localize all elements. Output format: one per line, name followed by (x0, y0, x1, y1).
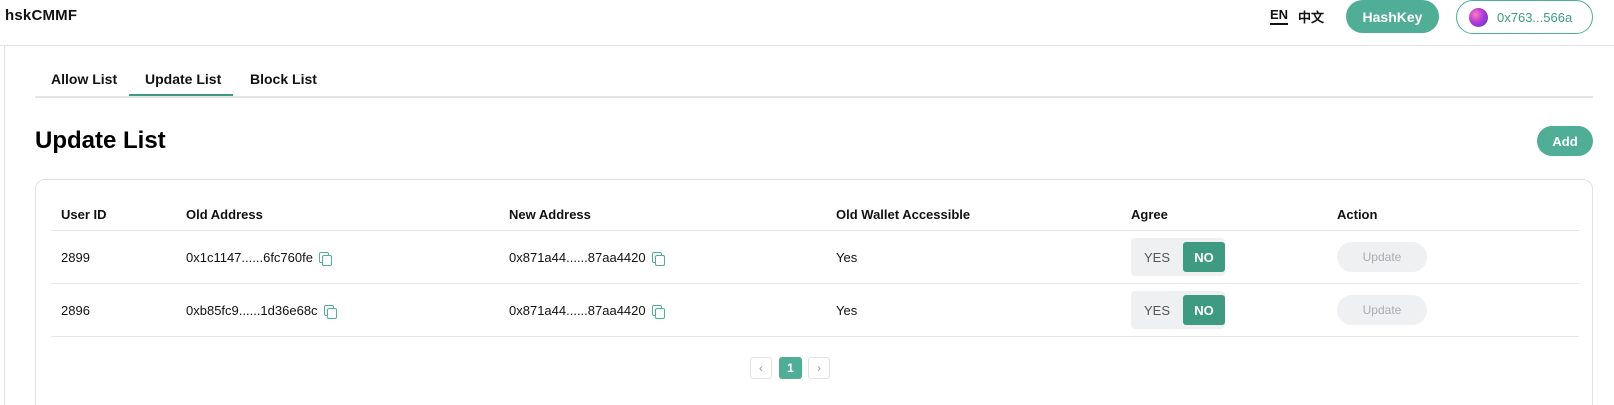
column-header-action: Action (1337, 207, 1378, 222)
page-title: Update List (35, 127, 166, 154)
copy-icon[interactable] (318, 251, 332, 266)
copy-icon[interactable] (323, 304, 337, 319)
network-button[interactable]: HashKey (1346, 0, 1439, 33)
column-header-agree: Agree (1131, 207, 1168, 222)
agree-no-option[interactable]: NO (1183, 295, 1225, 325)
update-button[interactable]: Update (1337, 242, 1427, 272)
app-brand[interactable]: hskCMMF (5, 7, 77, 24)
add-button[interactable]: Add (1537, 126, 1593, 156)
new-address-text: 0x871a44......87aa4420 (509, 250, 646, 265)
tab-block-list[interactable]: Block List (250, 71, 317, 87)
new-address-text: 0x871a44......87aa4420 (509, 303, 646, 318)
cell-old-wallet-accessible: Yes (836, 250, 858, 265)
column-header-old-wallet-accessible: Old Wallet Accessible (836, 207, 971, 222)
wallet-avatar-icon (1469, 7, 1488, 27)
cell-old-wallet-accessible: Yes (836, 303, 858, 318)
language-zh-button[interactable]: 中文 (1298, 7, 1324, 26)
tab-update-list[interactable]: Update List (145, 71, 221, 87)
column-header-new-address: New Address (509, 207, 591, 222)
agree-toggle: YES NO (1131, 238, 1225, 276)
active-tab-indicator (129, 94, 233, 96)
agree-yes-option[interactable]: YES (1135, 295, 1179, 325)
top-bar: hskCMMF EN 中文 HashKey 0x763...566a (0, 0, 1614, 46)
column-header-user-id: User ID (61, 207, 107, 222)
copy-icon[interactable] (651, 304, 665, 319)
update-button[interactable]: Update (1337, 295, 1427, 325)
agree-no-option[interactable]: NO (1183, 242, 1225, 272)
copy-icon[interactable] (651, 251, 665, 266)
tab-bar: Allow List Update List Block List (35, 60, 1593, 98)
update-list-table: User ID Old Address New Address Old Wall… (35, 179, 1593, 405)
cell-new-address: 0x871a44......87aa4420 (509, 250, 665, 266)
cell-new-address: 0x871a44......87aa4420 (509, 303, 665, 319)
column-header-old-address: Old Address (186, 207, 263, 222)
header-divider (51, 230, 1579, 231)
agree-yes-option[interactable]: YES (1135, 242, 1179, 272)
row-divider (51, 336, 1579, 337)
wallet-button[interactable]: 0x763...566a (1456, 0, 1593, 34)
cell-user-id: 2899 (61, 250, 90, 265)
language-en-button[interactable]: EN (1270, 7, 1289, 25)
tab-allow-list[interactable]: Allow List (51, 71, 117, 87)
row-divider (51, 283, 1579, 284)
pagination-page-current[interactable]: 1 (779, 357, 802, 379)
left-divider (4, 46, 5, 405)
pagination-prev-button[interactable]: ‹ (750, 357, 772, 379)
pagination-next-button[interactable]: › (808, 357, 830, 379)
cell-old-address: 0x1c1147......6fc760fe (186, 250, 332, 266)
cell-old-address: 0xb85fc9......1d36e68c (186, 303, 337, 319)
old-address-text: 0x1c1147......6fc760fe (186, 250, 313, 265)
agree-toggle: YES NO (1131, 291, 1225, 329)
old-address-text: 0xb85fc9......1d36e68c (186, 303, 318, 318)
wallet-address: 0x763...566a (1497, 9, 1573, 25)
cell-user-id: 2896 (61, 303, 90, 318)
